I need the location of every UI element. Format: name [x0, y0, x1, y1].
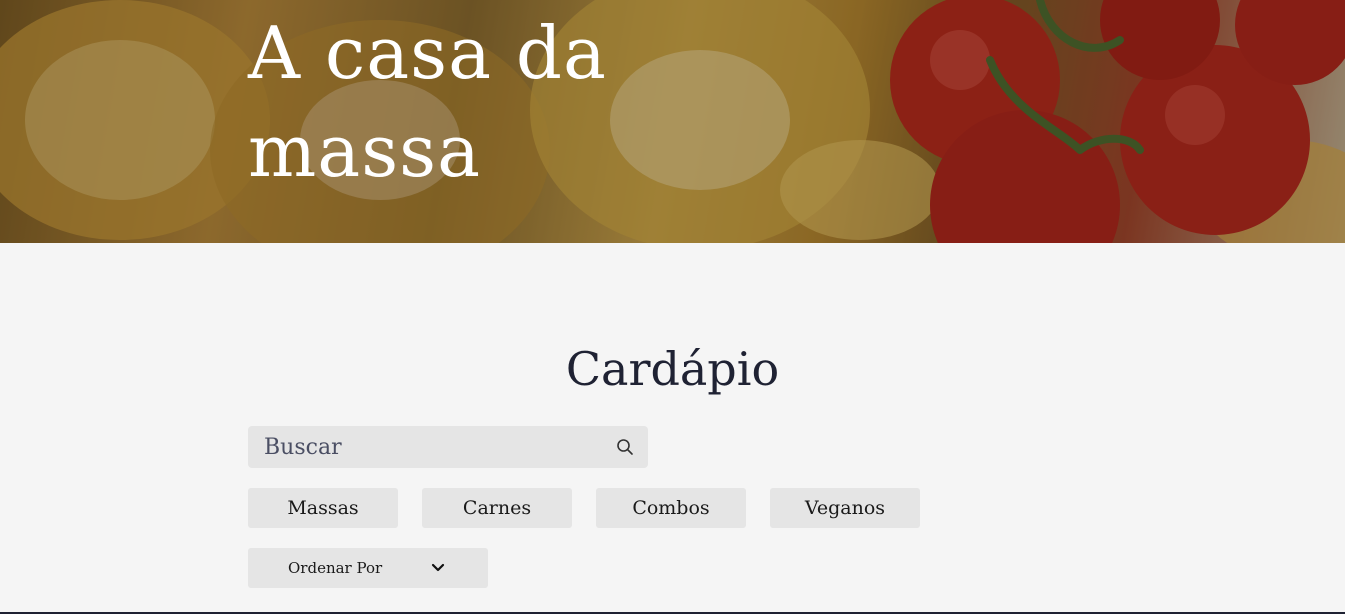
chevron-down-icon	[431, 563, 445, 572]
search-input[interactable]	[248, 426, 608, 468]
menu-title: Cardápio	[565, 342, 780, 396]
filter-veganos-button[interactable]: Veganos	[770, 488, 920, 528]
sort-dropdown[interactable]: Ordenar Por	[248, 548, 488, 588]
search-icon[interactable]	[616, 438, 634, 456]
search-bar	[248, 426, 648, 468]
hero-banner: A casa da massa	[0, 0, 1345, 243]
filter-combos-button[interactable]: Combos	[596, 488, 746, 528]
sort-label: Ordenar Por	[288, 559, 383, 577]
filter-carnes-button[interactable]: Carnes	[422, 488, 572, 528]
hero-title: A casa da massa	[248, 11, 607, 193]
hero-overlay	[0, 0, 1345, 243]
filter-massas-button[interactable]: Massas	[248, 488, 398, 528]
